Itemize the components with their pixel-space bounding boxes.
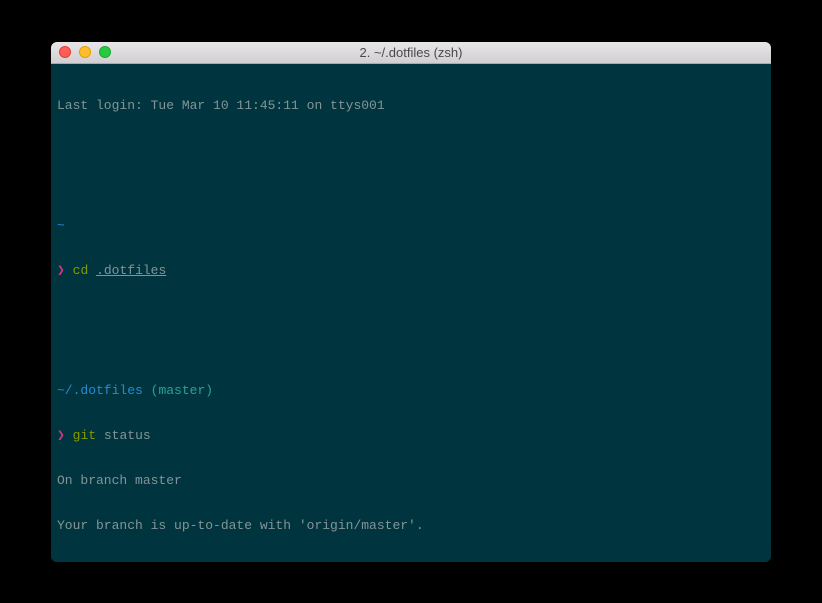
terminal-window: 2. ~/.dotfiles (zsh) Last login: Tue Mar… — [51, 42, 771, 562]
command: git — [73, 428, 96, 443]
prompt-path-line: ~ — [57, 218, 765, 233]
argument: .dotfiles — [96, 263, 166, 278]
minimize-icon[interactable] — [79, 46, 91, 58]
close-icon[interactable] — [59, 46, 71, 58]
output-line: Your branch is up-to-date with 'origin/m… — [57, 518, 765, 533]
traffic-lights — [51, 46, 111, 58]
prompt-symbol: ❯ — [57, 263, 65, 278]
titlebar[interactable]: 2. ~/.dotfiles (zsh) — [51, 42, 771, 64]
prompt-symbol: ❯ — [57, 428, 65, 443]
argument: status — [104, 428, 151, 443]
prompt-command-line: ❯ git status — [57, 428, 765, 443]
command: cd — [73, 263, 89, 278]
last-login-line: Last login: Tue Mar 10 11:45:11 on ttys0… — [57, 98, 765, 113]
output-line: On branch master — [57, 473, 765, 488]
path: ~ — [57, 218, 65, 233]
prompt-path-line: ~/.dotfiles (master) — [57, 383, 765, 398]
window-title: 2. ~/.dotfiles (zsh) — [51, 45, 771, 60]
blank-line — [57, 308, 765, 323]
blank-line — [57, 143, 765, 158]
prompt-command-line: ❯ cd .dotfiles — [57, 263, 765, 278]
path: ~/.dotfiles — [57, 383, 143, 398]
branch: (master) — [151, 383, 213, 398]
maximize-icon[interactable] — [99, 46, 111, 58]
terminal-body[interactable]: Last login: Tue Mar 10 11:45:11 on ttys0… — [51, 64, 771, 562]
